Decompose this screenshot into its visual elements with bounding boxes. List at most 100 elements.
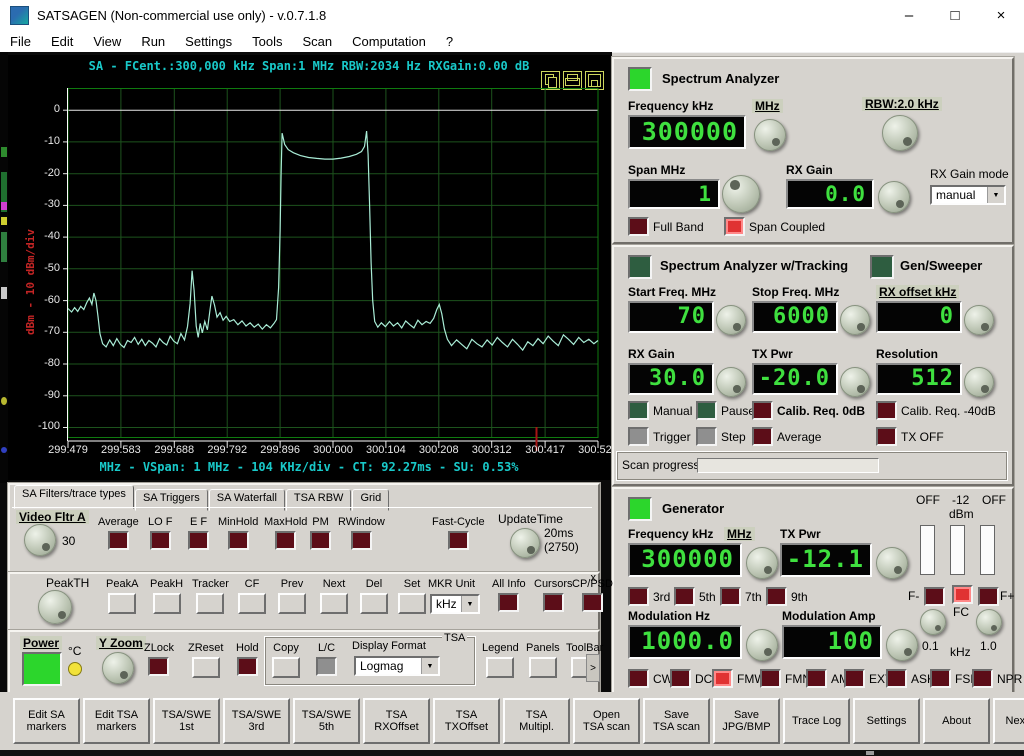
menu-scan[interactable]: Scan (293, 34, 343, 49)
menu-run[interactable]: Run (131, 34, 175, 49)
check-pause[interactable]: Pause (696, 401, 755, 420)
check-pm[interactable]: PM (310, 516, 331, 550)
open-tsa-scan-button[interactable]: Open TSA scan (573, 698, 640, 744)
start-freq-knob[interactable] (716, 305, 746, 335)
f-minus-checkbox[interactable] (924, 587, 945, 606)
prev-button[interactable]: Prev (278, 578, 306, 614)
check-step[interactable]: Step (696, 427, 746, 446)
check-tx-off[interactable]: TX OFF (876, 427, 944, 446)
rx-gain-mode-select[interactable]: manual ▼ (930, 185, 1006, 205)
cw-checkbox[interactable] (628, 669, 649, 688)
check-rwindow[interactable]: RWindow (338, 516, 385, 550)
harmonic-5th-checkbox[interactable] (674, 587, 695, 606)
dc-checkbox[interactable] (670, 669, 691, 688)
level-slider-left[interactable] (920, 525, 935, 575)
calib-40db-checkbox[interactable] (876, 401, 897, 420)
y-zoom-toggle[interactable]: Y Zoom (96, 636, 146, 650)
tsa-swe-1st-button[interactable]: TSA/SWE 1st (153, 698, 220, 744)
sa-rbw-knob[interactable] (882, 115, 918, 151)
check-9th[interactable]: 9th (766, 587, 808, 606)
edit-tsa-markers-button[interactable]: Edit TSA markers (83, 698, 150, 744)
check-all-info[interactable]: All Info (492, 578, 526, 612)
step-checkbox[interactable] (696, 427, 717, 446)
menu-edit[interactable]: Edit (41, 34, 83, 49)
fine-step-left-knob[interactable] (920, 609, 946, 635)
check-average[interactable]: Average (98, 516, 139, 550)
stop-freq-knob[interactable] (840, 305, 870, 335)
level-slider-mid[interactable] (950, 525, 965, 575)
tsa-multipl-button[interactable]: TSA Multipl. (503, 698, 570, 744)
menu-file[interactable]: File (0, 34, 41, 49)
check-calib-0db[interactable]: Calib. Req. 0dB (752, 401, 865, 420)
sa-enabled-indicator[interactable] (628, 67, 652, 91)
check-manual[interactable]: Manual (628, 401, 692, 420)
close-button[interactable]: × (978, 0, 1024, 30)
check-am[interactable]: AM (806, 669, 849, 688)
save-tsa-scan-button[interactable]: Save TSA scan (643, 698, 710, 744)
sa-mhz-toggle[interactable]: MHz (752, 99, 783, 113)
peakh-button[interactable]: PeakH (150, 578, 183, 614)
panel-close-x[interactable]: x (591, 572, 597, 584)
lc-checkbox[interactable] (316, 657, 337, 676)
gen-txpwr-display[interactable]: -12.1 (780, 543, 872, 577)
span-coupled-checkbox[interactable] (724, 217, 745, 236)
mod-hz-knob[interactable] (746, 629, 778, 661)
check-cw[interactable]: CW (628, 669, 673, 688)
display-format-select[interactable]: Logmag ▼ (354, 656, 440, 676)
check-minhold[interactable]: MinHold (218, 516, 258, 550)
save-jpg-bmp-button[interactable]: Save JPG/BMP (713, 698, 780, 744)
resolution-knob[interactable] (964, 367, 994, 397)
check-dc[interactable]: DC (670, 669, 712, 688)
average-checkbox[interactable] (108, 531, 129, 550)
del-button[interactable]: Del (360, 578, 388, 614)
panels-button[interactable]: Panels (526, 642, 560, 678)
level-slider-right[interactable] (980, 525, 995, 575)
check-full-band[interactable]: Full Band (628, 217, 704, 236)
cf-button[interactable]: CF (238, 578, 266, 614)
tsa-rxoffset-button[interactable]: TSA RXOffset (363, 698, 430, 744)
minhold-checkbox[interactable] (228, 531, 249, 550)
gen-sweeper-indicator[interactable] (870, 255, 894, 279)
f-plus-checkbox[interactable] (978, 587, 999, 606)
cp-psd-checkbox[interactable] (582, 593, 603, 612)
tsa-txoffset-button[interactable]: TSA TXOffset (433, 698, 500, 744)
copy-button[interactable]: Copy (272, 642, 300, 678)
gen-mhz-toggle[interactable]: MHz (724, 527, 755, 541)
gen-frequency-display[interactable]: 300000 (628, 543, 742, 577)
spectrum-chart[interactable] (62, 88, 600, 454)
sa-rxgain-knob[interactable] (878, 181, 910, 213)
check-trigger[interactable]: Trigger (628, 427, 691, 446)
hold-checkbox[interactable] (237, 657, 258, 676)
tsa-swe-3rd-button[interactable]: TSA/SWE 3rd (223, 698, 290, 744)
check-fmn[interactable]: FMN (760, 669, 811, 688)
full-band-checkbox[interactable] (628, 217, 649, 236)
stop-freq-display[interactable]: 6000 (752, 301, 838, 333)
tab-sa-filters[interactable]: SA Filters/trace types (14, 485, 134, 509)
maximize-button[interactable]: □ (932, 0, 978, 30)
start-freq-display[interactable]: 70 (628, 301, 714, 333)
check-cursors[interactable]: Cursors (534, 578, 573, 612)
set-button[interactable]: Set (398, 578, 426, 614)
mod-amp-knob[interactable] (886, 629, 918, 661)
tsa-rxgain-knob[interactable] (716, 367, 746, 397)
check-span-coupled[interactable]: Span Coupled (724, 217, 825, 236)
tracking-enabled-indicator[interactable] (628, 255, 652, 279)
y-zoom-knob[interactable] (102, 652, 134, 684)
minimize-button[interactable]: – (886, 0, 932, 30)
check-e-f[interactable]: E F (188, 516, 209, 550)
pause-checkbox[interactable] (696, 401, 717, 420)
gen-txpwr-knob[interactable] (876, 547, 908, 579)
check-3rd[interactable]: 3rd (628, 587, 670, 606)
rx-offset-knob[interactable] (964, 305, 994, 335)
check-5th[interactable]: 5th (674, 587, 716, 606)
rwindow-checkbox[interactable] (351, 531, 372, 550)
tsa-rxgain-display[interactable]: 30.0 (628, 363, 714, 395)
check-npr[interactable]: NPR (972, 669, 1022, 688)
fc-checkbox[interactable] (952, 585, 973, 604)
fmn-checkbox[interactable] (760, 669, 781, 688)
menu-tools[interactable]: Tools (242, 34, 292, 49)
check-zlock[interactable]: ZLock (144, 642, 174, 676)
menu-help[interactable]: ? (436, 34, 463, 49)
am-checkbox[interactable] (806, 669, 827, 688)
lo-f-checkbox[interactable] (150, 531, 171, 550)
